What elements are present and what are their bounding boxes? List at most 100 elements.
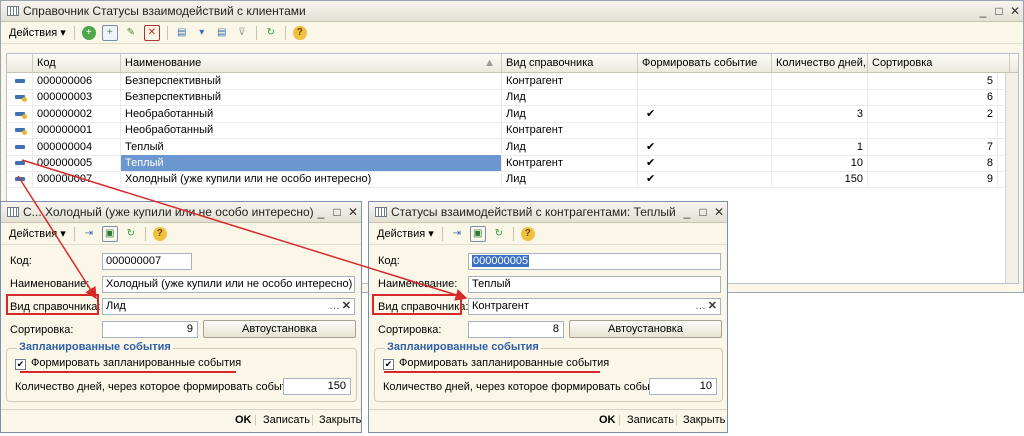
name-input[interactable]: Холодный (уже купили или не особо интере… [102,276,355,293]
maximize-icon[interactable]: □ [695,205,711,219]
save-close-icon[interactable]: ⇥ [450,227,464,241]
column-header-event[interactable]: Формировать событие [638,54,772,72]
filter-list-icon[interactable]: ▤ [175,26,189,40]
cell-days [772,73,868,89]
code-input[interactable]: 000000005 [468,253,721,270]
name-label: Наименование: [10,278,90,290]
row-icon-cell [7,73,33,89]
name-label: Наименование: [378,278,458,290]
filter-menu-icon[interactable]: ▤ [215,26,229,40]
maximize-icon[interactable]: □ [991,4,1007,18]
cell-event [638,73,772,89]
copy-icon[interactable]: + [101,24,118,41]
item-icon [15,161,25,165]
item-icon [15,144,25,149]
close-icon[interactable]: ✕ [711,205,727,219]
group-title: Запланированные события [17,341,173,353]
help-icon[interactable]: ? [152,226,167,241]
ok-button[interactable]: OK [599,414,616,426]
table-row[interactable]: 000000005 Теплый Контрагент ✔ 10 8 [7,155,1018,172]
kind-input[interactable]: Контрагент … ✕ [468,298,721,315]
window-icon [375,207,387,217]
clear-icon[interactable]: ✕ [708,299,717,314]
form-events-label: Формировать запланированные события [399,357,610,369]
minimize-icon[interactable]: _ [679,205,695,219]
days-input[interactable]: 10 [649,378,717,395]
close-icon[interactable]: ✕ [345,205,361,219]
close-button[interactable]: Закрыть [683,414,725,426]
planned-events-group: Запланированные события ✔ Формировать за… [6,341,357,402]
cell-sort: 6 [868,89,998,106]
ok-button[interactable]: OK [235,414,252,426]
form-events-checkbox[interactable]: ✔ [15,359,26,370]
days-label: Количество дней, через которое формирова… [15,381,303,393]
help-icon[interactable]: ? [520,226,535,241]
days-label: Количество дней, через которое формирова… [383,381,671,393]
select-icon[interactable]: … [695,299,706,314]
table-row[interactable]: 000000003 Безперспективный Лид 6 [7,89,1018,107]
minimize-icon[interactable]: _ [313,205,329,219]
clear-filter-icon[interactable]: ⊽ [235,26,249,40]
table-scrollbar[interactable] [1005,73,1018,283]
annotation-underline-right [384,371,600,373]
name-input[interactable]: Теплый [468,276,721,293]
sort-input[interactable]: 9 [102,321,198,338]
filter-icon[interactable]: ▾ [195,26,209,40]
column-header-code[interactable]: Код [33,54,121,72]
close-icon[interactable]: ✕ [1007,4,1023,18]
refresh-icon[interactable]: ↻ [124,227,138,241]
sort-input[interactable]: 8 [468,321,564,338]
save-icon[interactable]: ▣ [101,225,118,242]
minimize-icon[interactable]: _ [975,4,991,18]
kind-input[interactable]: Лид … ✕ [102,298,355,315]
table-row[interactable]: 000000001 Необработанный Контрагент [7,122,1018,140]
close-button[interactable]: Закрыть [319,414,361,426]
code-input[interactable]: 000000007 [102,253,192,270]
save-button[interactable]: Записать [263,414,310,426]
clear-icon[interactable]: ✕ [342,299,351,314]
column-header-sort[interactable]: Сортировка [868,54,1010,72]
form-left: С... Холодный (уже купили или не особо и… [0,201,362,433]
item-icon [15,177,25,182]
table-row[interactable]: 000000004 Теплый Лид ✔ 1 7 [7,138,1018,156]
save-close-icon[interactable]: ⇥ [82,227,96,241]
save-button[interactable]: Записать [627,414,674,426]
form-right-title: Статусы взаимодействий с контрагентами: … [391,205,676,219]
cell-name: Теплый [121,138,502,155]
main-toolbar: Действия ▾ + + ✎ ✕ ▤ ▾ ▤ ⊽ ↻ ? [1,22,1023,44]
table-row[interactable]: 000000002 Необработанный Лид ✔ 3 2 [7,105,1018,123]
refresh-icon[interactable]: ↻ [264,26,278,40]
refresh-icon[interactable]: ↻ [492,227,506,241]
column-header-kind[interactable]: Вид справочника [502,54,638,72]
add-icon[interactable]: + [81,25,96,40]
delete-icon[interactable]: ✕ [143,24,160,41]
cell-name: Безперспективный [121,73,502,89]
cell-code: 000000003 [33,89,121,106]
cell-sort: 5 [868,73,998,89]
table-row[interactable]: 000000007 Холодный (уже купили или не осо… [7,171,1018,189]
actions-menu[interactable]: Действия ▾ [5,227,70,240]
cell-code: 000000005 [33,155,121,171]
edit-icon[interactable]: ✎ [124,26,138,40]
auto-set-button[interactable]: Автоустановка [569,320,722,338]
help-icon[interactable]: ? [292,25,307,40]
save-icon[interactable]: ▣ [469,225,486,242]
select-icon[interactable]: … [329,299,340,314]
actions-menu[interactable]: Действия ▾ [5,26,70,39]
form-events-checkbox[interactable]: ✔ [383,359,394,370]
actions-menu[interactable]: Действия ▾ [373,227,438,240]
annotation-box-left-kind [6,294,99,315]
cell-kind: Контрагент [502,155,638,171]
column-header-days[interactable]: Количество дней,... [772,54,868,72]
maximize-icon[interactable]: □ [329,205,345,219]
cell-code: 000000004 [33,138,121,155]
table-row[interactable]: 000000006 Безперспективный Контрагент 5 [7,73,1018,90]
cell-name: Необработанный [121,105,502,122]
row-icon-cell [7,138,33,155]
cell-name: Холодный (уже купили или не особо интере… [121,171,502,188]
column-header-name[interactable]: Наименование ▲ [121,54,502,72]
days-input[interactable]: 150 [283,378,351,395]
form-events-label: Формировать запланированные события [31,357,242,369]
auto-set-button[interactable]: Автоустановка [203,320,356,338]
cell-name: Безперспективный [121,89,502,106]
